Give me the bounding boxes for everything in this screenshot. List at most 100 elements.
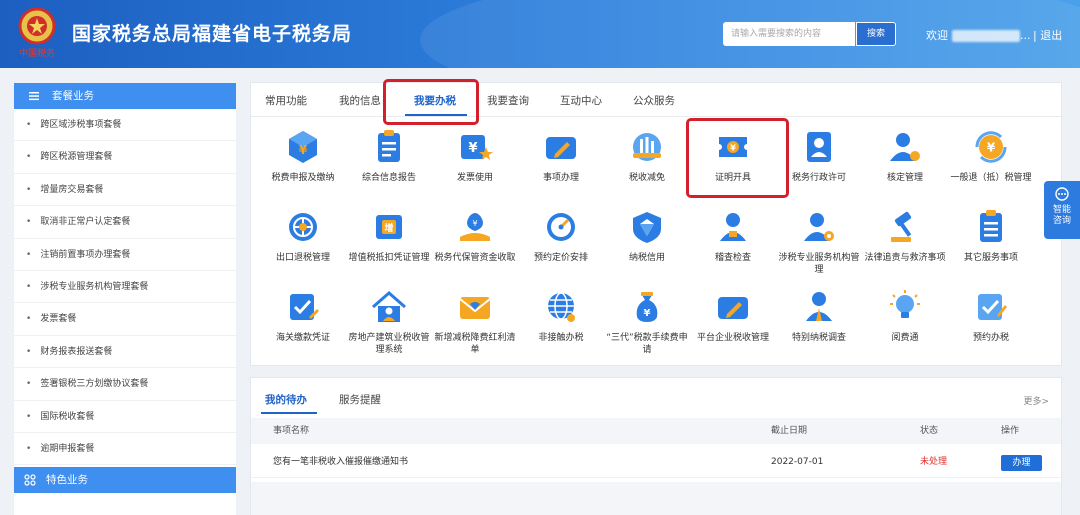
tab-query[interactable]: 我要查询 — [487, 93, 529, 108]
sidebar-item[interactable]: 财务报表报送套餐 — [14, 336, 236, 369]
help-label-1: 智能 — [1052, 205, 1071, 215]
table-header: 事项名称 截止日期 状态 操作 — [251, 418, 1061, 444]
service-bulb[interactable]: 阅费通 — [863, 287, 947, 344]
sidebar: 套餐业务 跨区域涉税事项套餐 跨区税源管理套餐 增量房交易套餐 取消非正常户认定… — [14, 83, 236, 515]
service-fee-application[interactable]: ¥ “三代”税款手续费申请 — [605, 287, 689, 356]
svg-text:¥: ¥ — [299, 143, 308, 157]
svg-text:¥: ¥ — [987, 141, 996, 155]
tab-common[interactable]: 常用功能 — [265, 93, 307, 108]
service-permit[interactable]: 税务行政许可 — [777, 127, 861, 184]
contactless-icon — [548, 292, 575, 322]
refund-icon: ¥ — [975, 131, 1007, 163]
username-redacted — [952, 30, 1020, 42]
tab-interaction[interactable]: 互动中心 — [560, 93, 602, 108]
service-contactless[interactable]: 非接触办税 — [519, 287, 603, 344]
inspection-icon — [720, 213, 746, 241]
service-export-refund[interactable]: 出口退税管理 — [261, 207, 345, 264]
header-bar: 中国税务 国家税务总局福建省电子税务局 搜索 欢迎... | 退出 — [0, 0, 1080, 68]
smart-consult-button[interactable]: 智能 咨询 — [1044, 181, 1080, 239]
credit-icon — [633, 212, 661, 243]
services-panel: 常用功能 我的信息 我要办税 我要查询 互动中心 公众服务 ¥ 税费申报及缴纳 … — [250, 79, 1063, 366]
sidebar-section-featured[interactable]: 特色业务 — [14, 467, 236, 493]
col-deadline: 截止日期 — [771, 426, 808, 436]
search-button[interactable]: 搜索 — [856, 22, 896, 46]
service-vat-deduction[interactable]: 增 增值税抵扣凭证管理 — [347, 207, 431, 264]
agency-icon — [804, 213, 834, 241]
tax-emblem-icon: 中国税务 — [18, 7, 56, 59]
customs-icon — [290, 294, 319, 320]
chat-icon — [1055, 187, 1069, 201]
sidebar-item[interactable]: 签署银税三方划缴协议套餐 — [14, 368, 236, 401]
service-tax-relief[interactable]: 税收减免 — [605, 127, 689, 184]
sidebar-item[interactable]: 逾期申报套餐 — [14, 433, 236, 466]
page-title: 国家税务总局福建省电子税务局 — [72, 23, 353, 45]
highlight-tab-handle-tax — [383, 79, 479, 125]
sidebar-item[interactable]: 跨区域涉税事项套餐 — [14, 109, 236, 142]
grid-icon — [24, 474, 36, 486]
row-name[interactable]: 您有一笔非税收入催报催缴通知书 — [273, 446, 408, 478]
vat-deduction-icon: 增 — [376, 215, 402, 239]
svg-text:¥: ¥ — [644, 308, 651, 319]
service-pricing[interactable]: 预约定价安排 — [519, 207, 603, 264]
col-status: 状态 — [920, 426, 939, 436]
service-agency[interactable]: 涉税专业服务机构管理 — [777, 207, 861, 276]
report-icon — [378, 130, 400, 162]
sidebar-section-label: 套餐业务 — [52, 90, 94, 102]
fund-custody-icon: ¥ — [460, 213, 490, 241]
service-refund[interactable]: ¥ 一般退（抵）税管理 — [949, 127, 1033, 184]
table-row: 您有一笔非税收入催报催缴通知书 2022-07-01 未处理 办理 — [251, 446, 1061, 478]
sidebar-item[interactable]: 注销前置事项办理套餐 — [14, 239, 236, 271]
service-assessment[interactable]: 核定管理 — [863, 127, 947, 184]
other-services-icon — [980, 210, 1002, 242]
tax-filing-icon: ¥ — [289, 131, 317, 163]
col-action: 操作 — [1001, 426, 1020, 436]
svg-text:¥: ¥ — [472, 219, 477, 228]
tab-public-service[interactable]: 公众服务 — [633, 93, 675, 108]
service-inspection[interactable]: 稽查检查 — [691, 207, 775, 264]
tab-my-todo[interactable]: 我的待办 — [265, 392, 307, 407]
handle-button[interactable]: 办理 — [1001, 455, 1042, 471]
tab-service-reminder[interactable]: 服务提醒 — [339, 392, 381, 407]
service-appointment[interactable]: 预约办税 — [949, 287, 1033, 344]
sidebar-list: 跨区域涉税事项套餐 跨区税源管理套餐 增量房交易套餐 取消非正常户认定套餐 注销… — [14, 109, 236, 466]
search-input[interactable] — [723, 22, 855, 46]
sidebar-item[interactable]: 取消非正常户认定套餐 — [14, 206, 236, 239]
sidebar-section-package[interactable]: 套餐业务 — [14, 83, 236, 109]
service-report[interactable]: 综合信息报告 — [347, 127, 431, 184]
svg-text:增: 增 — [384, 222, 393, 234]
service-special-investigation[interactable]: 特别纳税调查 — [777, 287, 861, 344]
service-customs[interactable]: 海关缴款凭证 — [261, 287, 345, 344]
fee-application-icon: ¥ — [636, 292, 658, 322]
col-name: 事项名称 — [273, 426, 310, 436]
emblem-text: 中国税务 — [19, 47, 55, 59]
service-other[interactable]: 其它服务事项 — [949, 207, 1033, 264]
bulb-icon — [890, 290, 920, 318]
service-fund-custody[interactable]: ¥ 税务代保管资金收取 — [433, 207, 517, 264]
service-real-estate[interactable]: 房地产建筑业税收管理系统 — [347, 287, 431, 356]
service-tax-cut[interactable]: 新增减税降费红利清单 — [433, 287, 517, 356]
service-platform[interactable]: 平台企业税收管理 — [691, 287, 775, 344]
tax-cut-icon — [459, 297, 491, 319]
handle-matter-icon — [546, 137, 576, 159]
svg-text:¥: ¥ — [468, 141, 477, 156]
service-tax-filing[interactable]: ¥ 税费申报及缴纳 — [261, 127, 345, 184]
service-credit[interactable]: 纳税信用 — [605, 207, 689, 264]
sidebar-item[interactable]: 跨区税源管理套餐 — [14, 141, 236, 174]
appointment-icon — [978, 294, 1007, 320]
row-deadline: 2022-07-01 — [771, 457, 824, 467]
assessment-icon — [890, 133, 920, 161]
tab-my-info[interactable]: 我的信息 — [339, 93, 381, 108]
sidebar-item[interactable]: 涉税专业服务机构管理套餐 — [14, 271, 236, 304]
sidebar-item[interactable]: 发票套餐 — [14, 303, 236, 336]
highlight-certificate — [686, 118, 789, 198]
service-handle-matter[interactable]: 事项办理 — [519, 127, 603, 184]
platform-icon — [718, 297, 748, 319]
real-estate-icon — [372, 291, 406, 322]
service-invoice[interactable]: ¥ 发票使用 — [433, 127, 517, 184]
sidebar-item[interactable]: 增量房交易套餐 — [14, 174, 236, 207]
service-legal[interactable]: 法律追责与救济事项 — [863, 207, 947, 264]
sidebar-item[interactable]: 国际税收套餐 — [14, 401, 236, 433]
export-refund-icon — [289, 213, 317, 241]
more-link[interactable]: 更多> — [1023, 394, 1049, 407]
logout-link[interactable]: | 退出 — [1033, 27, 1062, 43]
